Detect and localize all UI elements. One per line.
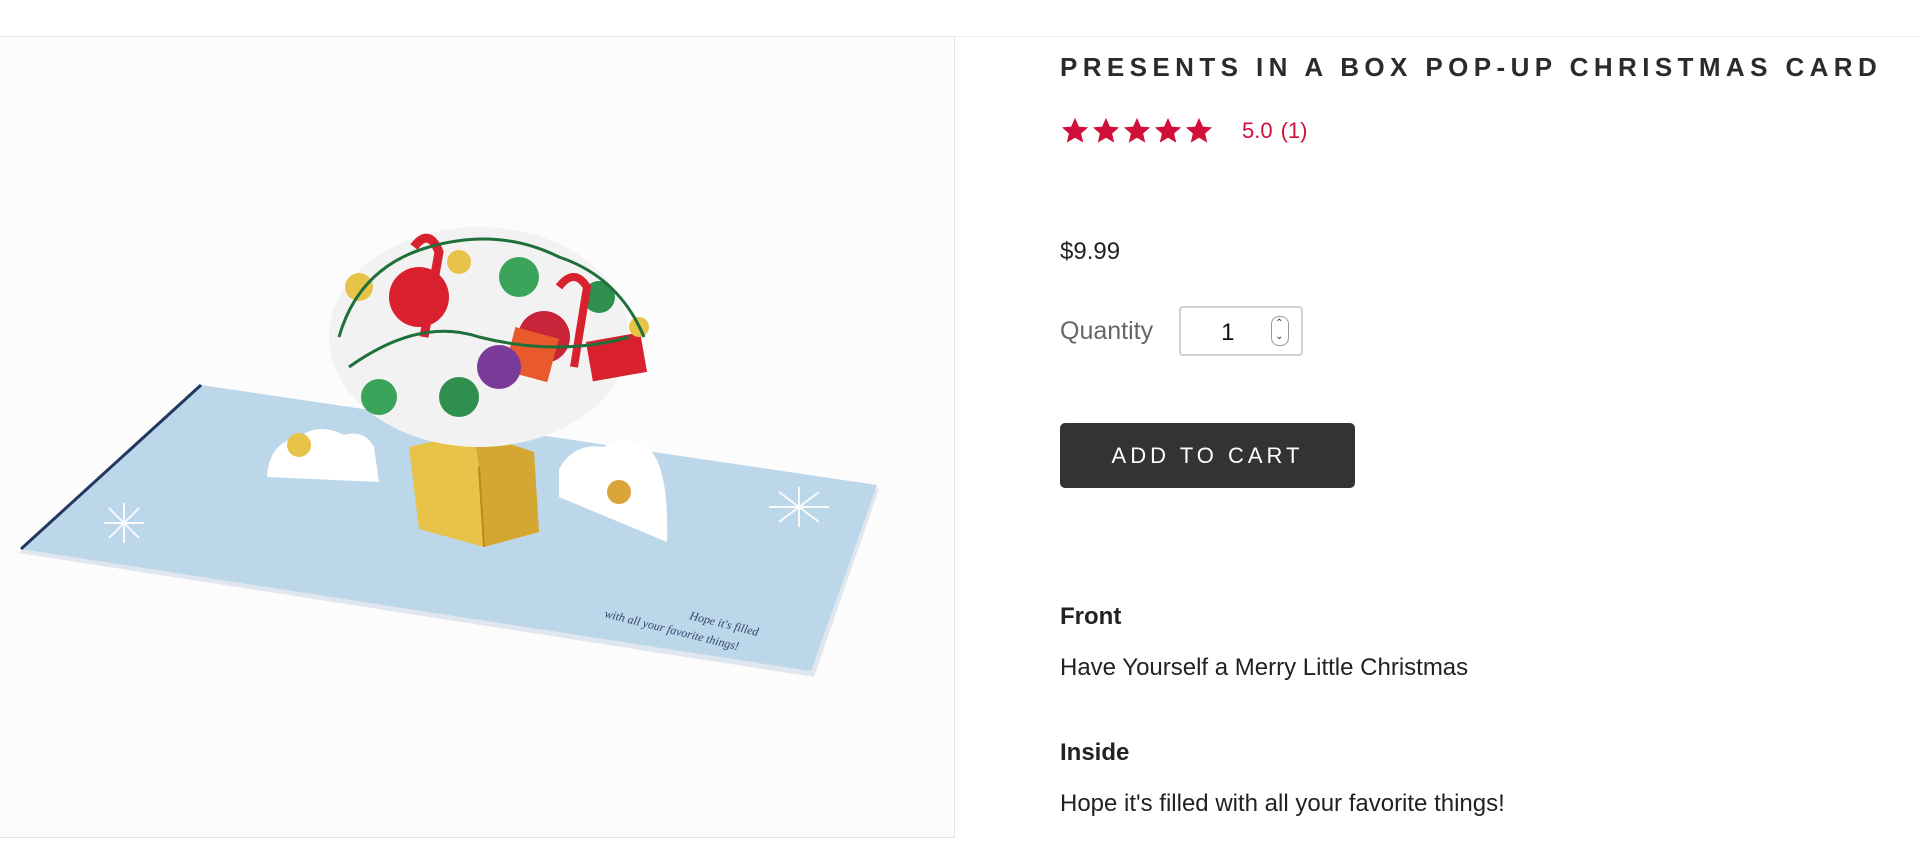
- star-icon: [1123, 117, 1151, 143]
- front-label: Front: [1060, 603, 1122, 630]
- quantity-label: Quantity: [1060, 316, 1154, 345]
- inside-text: Hope it's filled with all your favorite …: [1060, 790, 1505, 817]
- chevron-up-icon[interactable]: ⌃: [1275, 319, 1283, 329]
- rating-value: 5.0: [1242, 118, 1273, 143]
- add-to-cart-button[interactable]: ADD TO CART: [1060, 423, 1355, 488]
- quantity-stepper[interactable]: 1 ⌃ ⌄: [1179, 306, 1304, 356]
- rating[interactable]: 5.0 (1): [1060, 116, 1307, 146]
- star-icon: [1092, 117, 1120, 143]
- star-icon: [1185, 117, 1213, 143]
- quantity-value[interactable]: 1: [1221, 319, 1234, 347]
- rating-summary[interactable]: 5.0 (1): [1242, 118, 1307, 144]
- front-text: Have Yourself a Merry Little Christmas: [1060, 654, 1469, 681]
- chevron-down-icon[interactable]: ⌄: [1275, 332, 1283, 342]
- product-image[interactable]: Hope it's filled with all your favorite …: [0, 36, 955, 838]
- price: $9.99: [1060, 238, 1121, 265]
- star-rating: [1060, 116, 1214, 146]
- quantity-spinner[interactable]: ⌃ ⌄: [1271, 316, 1290, 346]
- star-icon: [1154, 117, 1182, 143]
- star-icon: [1061, 117, 1089, 143]
- quantity-row: Quantity 1 ⌃ ⌄: [1060, 306, 1304, 356]
- inside-label: Inside: [1060, 739, 1130, 766]
- review-count: (1): [1280, 118, 1308, 143]
- product-title: PRESENTS IN A BOX POP-UP CHRISTMAS CARD: [1060, 52, 1883, 82]
